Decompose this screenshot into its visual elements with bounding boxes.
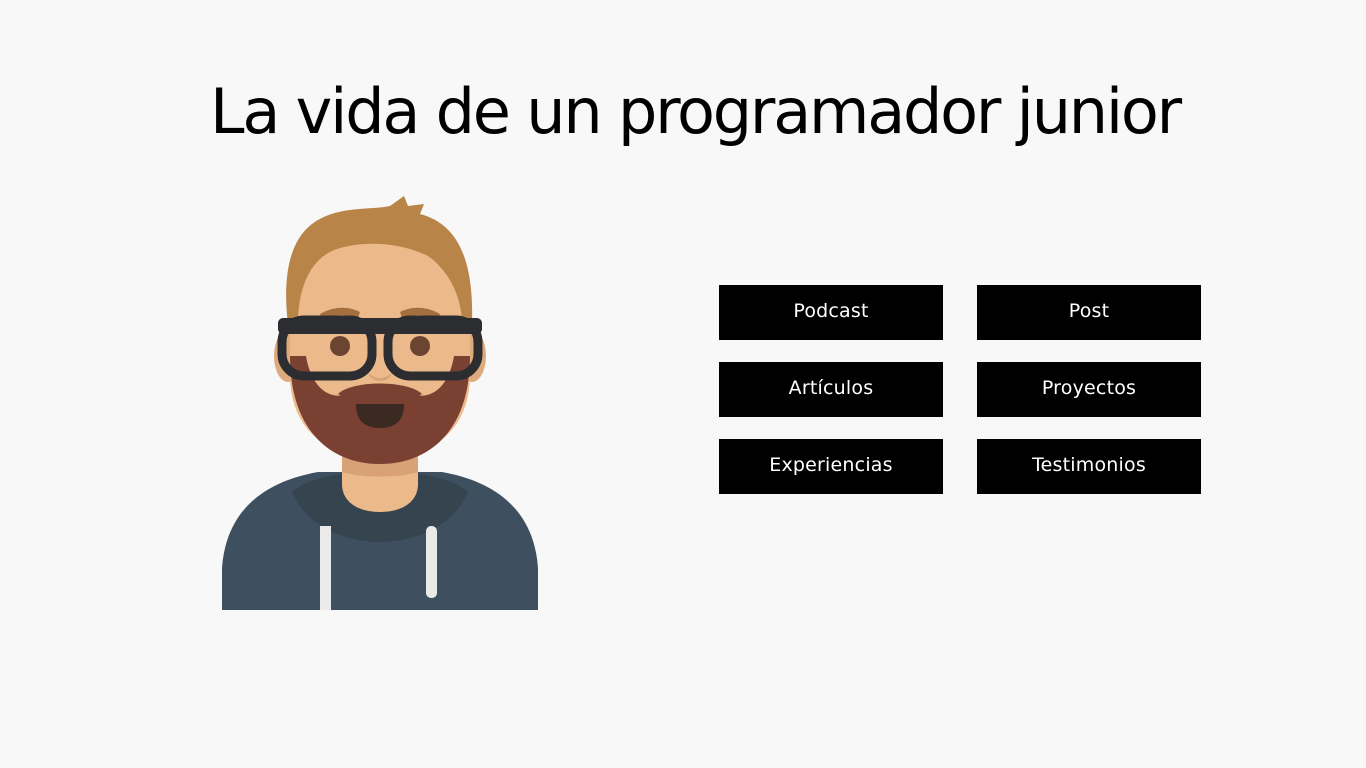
podcast-button[interactable]: Podcast — [719, 285, 943, 340]
page: La vida de un programador junior Podcast… — [0, 0, 1366, 768]
hoodie-string-left — [320, 526, 331, 610]
testimonios-button[interactable]: Testimonios — [977, 439, 1201, 494]
page-title: La vida de un programador junior — [210, 75, 1182, 148]
proyectos-button[interactable]: Proyectos — [977, 362, 1201, 417]
hoodie-string-right — [426, 526, 437, 598]
left-eye — [330, 336, 350, 356]
developer-avatar-icon — [222, 196, 538, 610]
articulos-button[interactable]: Artículos — [719, 362, 943, 417]
experiencias-button[interactable]: Experiencias — [719, 439, 943, 494]
nav-button-grid: Podcast Post Artículos Proyectos Experie… — [719, 285, 1201, 494]
right-eye — [410, 336, 430, 356]
post-button[interactable]: Post — [977, 285, 1201, 340]
